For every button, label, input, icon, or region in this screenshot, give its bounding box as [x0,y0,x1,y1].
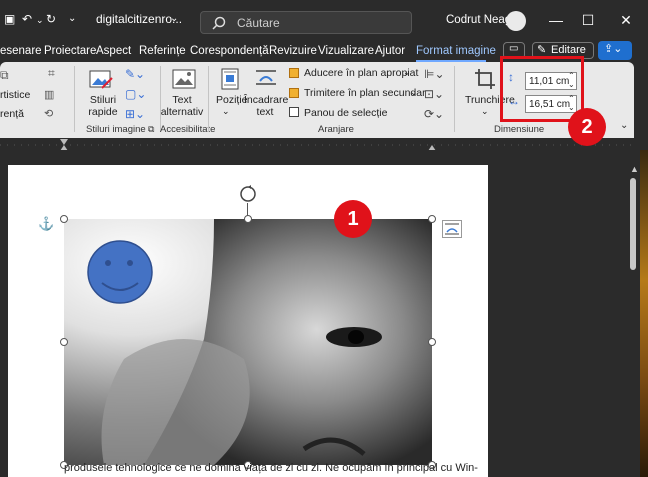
resize-handle-top-left[interactable] [60,215,68,223]
resize-handle-top[interactable] [244,215,252,223]
bring-forward-chevron-icon[interactable]: ⌄ [403,67,411,78]
minimize-icon[interactable]: — [544,8,568,32]
scroll-up-icon[interactable]: ▲ [630,164,639,174]
share-icon: ⇪⌄ [604,43,623,55]
wrap-text-icon[interactable] [254,68,278,88]
share-button[interactable]: ⇪⌄ [598,41,632,60]
layout-options-button[interactable] [442,220,462,238]
send-backward-icon[interactable] [289,88,299,98]
group-separator [454,66,455,132]
quick-styles-icon[interactable] [88,68,114,92]
alt-text-label[interactable]: Text alternativ [160,94,204,118]
picture-effects-icon[interactable]: ▢⌄ [125,87,146,101]
tab-desenare[interactable]: esenare [0,45,42,57]
resize-handle-left[interactable] [60,338,68,346]
search-placeholder: Căutare [237,16,280,30]
alt-text-icon[interactable] [172,68,196,90]
wrap-text-label[interactable]: Încadrare text [244,94,288,118]
maximize-icon[interactable]: ☐ [576,8,600,32]
quick-styles-label[interactable]: Stiluri rapide [85,94,121,118]
position-icon[interactable] [220,68,240,90]
tab-ajutor[interactable]: Ajutor [375,45,405,57]
search-box[interactable]: Căutare [200,11,412,34]
search-icon [212,16,226,30]
close-icon[interactable]: ✕ [614,8,638,32]
group-separator [74,66,75,132]
anchor-icon: ⚓ [38,216,55,231]
resize-handle-right[interactable] [428,338,436,346]
artistic-effects-label[interactable]: rtistice [0,89,30,101]
dialog-launcher-icon[interactable]: ⧉ [148,124,154,135]
crop-chevron-icon[interactable]: ⌄ [481,106,489,117]
comment-icon: ▭ [509,43,519,54]
selection-pane-label[interactable]: Panou de selecție [304,107,387,119]
bring-forward-icon[interactable] [289,68,299,78]
tab-corespondenta[interactable]: Corespondență [190,45,269,57]
title-bar: ▣ ↶ ⌄ ↻ ⌄ digitalcitizenro... ⌄ Căutare … [0,0,648,42]
picture-border-icon[interactable]: ✎⌄ [125,67,145,81]
horizontal-ruler [0,138,634,151]
desktop-background [640,150,648,477]
tab-aspect[interactable]: Aspect [96,45,131,57]
transparency-label[interactable]: rență [0,108,24,120]
rotate-icon[interactable]: ⟳⌄ [424,107,444,121]
size-group-label: Dimensiune [494,124,545,135]
document-text-line: produsele tehnologice ce ne domină viața… [64,462,478,474]
compress-icon[interactable]: ⌗ [48,66,55,81]
save-icon[interactable]: ▣ [4,12,15,26]
tab-revizuire[interactable]: Revizuire [269,45,317,57]
rotate-handle-icon[interactable] [238,184,258,204]
position-chevron-icon[interactable]: ⌄ [222,106,230,117]
highlight-box-size [500,56,584,122]
tab-referinte[interactable]: Referințe [139,45,186,57]
step-badge-2: 2 [568,108,606,146]
scrollbar-thumb[interactable] [630,178,636,270]
arrange-group-label: Aranjare [318,124,354,135]
reset-picture-icon[interactable]: ⟲ [44,107,53,120]
corrections-icon[interactable]: ⧉ [0,68,9,83]
bring-forward-label[interactable]: Aducere în plan apropiat [304,67,418,79]
editing-mode-label: Editare [551,44,586,56]
send-backward-label[interactable]: Trimitere în plan secundar [304,87,426,99]
tab-format-imagine[interactable]: Format imagine [416,45,496,57]
doc-name-chevron-icon[interactable]: ⌄ [170,13,178,24]
resize-handle-top-right[interactable] [428,215,436,223]
group-objects-icon[interactable]: ⊡⌄ [424,87,444,101]
redo-icon[interactable]: ↻ [46,12,56,26]
step-badge-1: 1 [334,200,372,238]
tab-proiectare[interactable]: Proiectare [44,45,96,57]
smiley-face-shape[interactable] [86,239,154,305]
send-backward-chevron-icon[interactable]: ⌄ [410,87,418,98]
avatar[interactable] [506,11,526,31]
align-icon[interactable]: ⊫⌄ [424,67,445,81]
position-label[interactable]: Poziție [216,94,248,106]
collapse-ribbon-icon[interactable]: ⌄ [620,120,628,131]
undo-dropdown-icon[interactable]: ⌄ [36,15,44,26]
picture-styles-group-label: Stiluri imagine [86,124,146,135]
crop-icon[interactable] [474,68,496,90]
tab-vizualizare[interactable]: Vizualizare [318,45,374,57]
layout-options-icon [445,223,459,235]
undo-icon[interactable]: ↶ [22,12,32,26]
group-separator [208,66,209,132]
customize-qat-icon[interactable]: ⌄ [68,13,76,24]
picture-layout-icon[interactable]: ⊞⌄ [125,107,145,121]
selected-photo[interactable] [64,219,432,465]
change-picture-icon[interactable]: ▥ [44,88,54,101]
selection-pane-icon[interactable] [289,107,299,117]
